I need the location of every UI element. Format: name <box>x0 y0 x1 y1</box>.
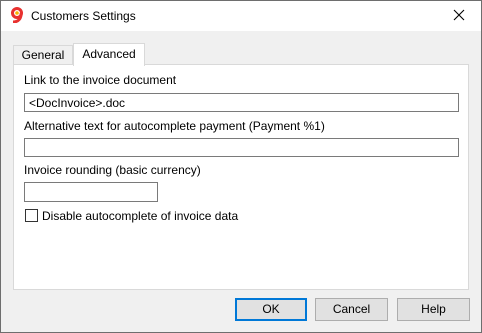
disable-autocomplete-checkbox[interactable] <box>25 209 38 222</box>
advanced-panel: Link to the invoice document Alternative… <box>13 64 469 290</box>
close-icon <box>453 9 465 24</box>
settings-dialog: Customers Settings General Advanced Link… <box>0 0 482 333</box>
disable-autocomplete-label[interactable]: Disable autocomplete of invoice data <box>42 209 238 223</box>
alt-text-label: Alternative text for autocomplete paymen… <box>24 119 325 133</box>
tab-advanced[interactable]: Advanced <box>73 43 145 66</box>
alt-text-input[interactable] <box>24 138 459 157</box>
close-button[interactable] <box>437 1 481 31</box>
rounding-input[interactable] <box>24 182 158 202</box>
help-button[interactable]: Help <box>397 298 470 321</box>
window-title: Customers Settings <box>31 9 136 23</box>
title-bar[interactable]: Customers Settings <box>1 1 481 31</box>
tab-general[interactable]: General <box>13 45 73 65</box>
invoice-link-input[interactable] <box>24 93 459 112</box>
cancel-button[interactable]: Cancel <box>315 298 388 321</box>
invoice-link-label: Link to the invoice document <box>24 73 177 87</box>
ok-button[interactable]: OK <box>235 298 307 321</box>
app-logo-icon <box>9 7 25 24</box>
rounding-label: Invoice rounding (basic currency) <box>24 163 201 177</box>
